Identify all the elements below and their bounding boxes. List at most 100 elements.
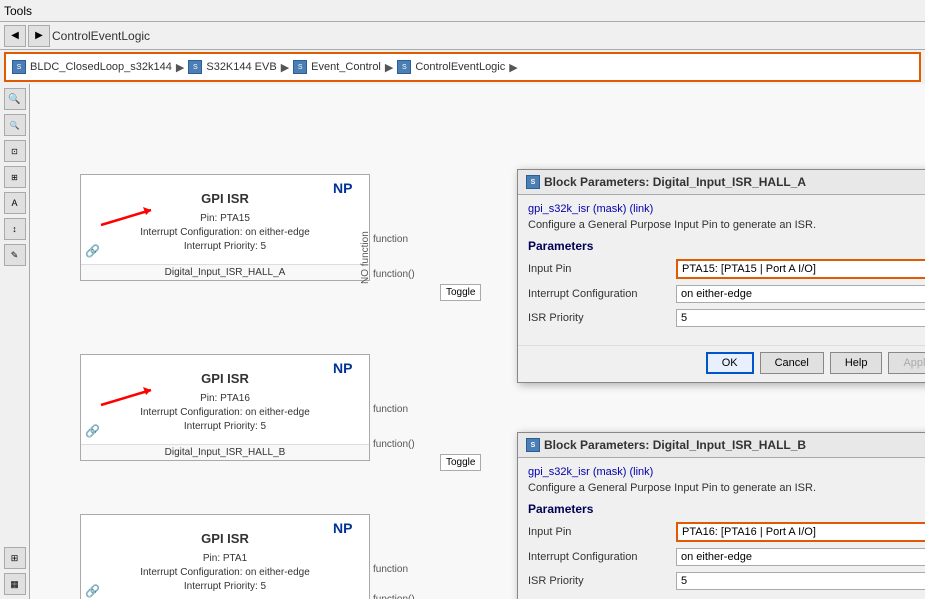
dialog2-input-pin-dropdown[interactable]: PTA16: [PTA16 | Port A I/O] ▼	[676, 522, 925, 542]
breadcrumb-item-4[interactable]: ControlEventLogic	[415, 61, 505, 73]
nav-bar: ◀ ▶ ControlEventLogic	[0, 22, 925, 50]
link-icon-1[interactable]: 🔗	[85, 244, 100, 258]
svg-text:NP: NP	[333, 360, 352, 376]
dialog1-interrupt-label: Interrupt Configuration	[528, 288, 668, 300]
function-connector-1: function()	[373, 269, 415, 280]
dialog2-desc: Configure a General Purpose Input Pin to…	[528, 482, 925, 494]
toggle-box-2: Toggle	[440, 454, 481, 471]
breadcrumb-item-2[interactable]: S32K144 EVB	[206, 61, 276, 73]
link-icon-3[interactable]: 🔗	[85, 584, 100, 598]
tool-button[interactable]: ✎	[4, 244, 26, 266]
dialog1-link[interactable]: gpi_s32k_isr (mask) (link)	[528, 203, 925, 215]
breadcrumb-icon-2: S	[188, 60, 202, 74]
block3-priority: Interrupt Priority: 5	[89, 580, 361, 594]
red-arrow-1	[91, 195, 171, 235]
dialog1-interrupt-dropdown[interactable]: on either-edge ▼	[676, 285, 925, 303]
dialog1-title: S Block Parameters: Digital_Input_ISR_HA…	[526, 175, 806, 189]
block1-priority: Interrupt Priority: 5	[89, 240, 361, 254]
canvas: NP GPI ISR Pin: PTA15 Interrupt Configur…	[30, 84, 925, 599]
dialog1-help-button[interactable]: Help	[830, 352, 883, 374]
dialog2-isr-label: ISR Priority	[528, 575, 668, 587]
dialog2-isr-control: 5 ▼	[676, 572, 925, 590]
zoom-out-button[interactable]: 🔍	[4, 114, 26, 136]
toolbar-label: Tools	[4, 4, 32, 18]
dialog2-icon: S	[526, 438, 540, 452]
dialog2-input-pin-row: Input Pin PTA16: [PTA16 | Port A I/O] ▼	[528, 522, 925, 542]
dialog2-interrupt-row: Interrupt Configuration on either-edge ▼	[528, 548, 925, 566]
dialog1-isr-dropdown[interactable]: 5 ▼	[676, 309, 925, 327]
block3-pin: Pin: PTA1	[89, 552, 361, 566]
dialog1-input-pin-row: Input Pin PTA15: [PTA15 | Port A I/O] ▼	[528, 259, 925, 279]
block2-priority: Interrupt Priority: 5	[89, 420, 361, 434]
link-icon-2[interactable]: 🔗	[85, 424, 100, 438]
dialog2-params-header: Parameters	[528, 502, 925, 516]
dialog1-body: gpi_s32k_isr (mask) (link) Configure a G…	[518, 195, 925, 341]
bottom-tool-1[interactable]: ⊞	[4, 547, 26, 569]
nav-label: ControlEventLogic	[52, 29, 150, 43]
breadcrumb-item-3[interactable]: Event_Control	[311, 61, 381, 73]
left-panel: 🔍 🔍 ⊡ ⊞ A ↕ ✎ ⊞ ▦	[0, 84, 30, 599]
dialog2-titlebar: S Block Parameters: Digital_Input_ISR_HA…	[518, 433, 925, 458]
svg-text:NP: NP	[333, 520, 352, 536]
block3-interrupt: Interrupt Configuration: on either-edge	[89, 566, 361, 580]
dialog1-input-pin-dropdown[interactable]: PTA15: [PTA15 | Port A I/O] ▼	[676, 259, 925, 279]
zoom-in-button[interactable]: 🔍	[4, 88, 26, 110]
toolbar: Tools	[0, 0, 925, 22]
np-logo-3: NP	[333, 519, 365, 540]
toggle-box-1: Toggle	[440, 284, 481, 301]
block2-label: Digital_Input_ISR_HALL_B	[81, 444, 369, 460]
dialog2-body: gpi_s32k_isr (mask) (link) Configure a G…	[518, 458, 925, 599]
dialog1-apply-button[interactable]: Apply	[888, 352, 925, 374]
function-label-1: function	[373, 234, 408, 245]
dialog2-isr-dropdown[interactable]: 5 ▼	[676, 572, 925, 590]
dialog1-ok-button[interactable]: OK	[706, 352, 754, 374]
gpi-block-3: NP GPI ISR Pin: PTA1 Interrupt Configura…	[80, 514, 370, 599]
dialog2-interrupt-dropdown[interactable]: on either-edge ▼	[676, 548, 925, 566]
function-label-2: function	[373, 404, 408, 415]
dialog2-title: S Block Parameters: Digital_Input_ISR_HA…	[526, 438, 806, 452]
function-connector-3: function()	[373, 594, 415, 599]
dialog1-isr-control: 5 ▼	[676, 309, 925, 327]
svg-text:NP: NP	[333, 180, 352, 196]
bottom-tool-2[interactable]: ▦	[4, 573, 26, 595]
text-button[interactable]: A	[4, 192, 26, 214]
dialog1-cancel-button[interactable]: Cancel	[760, 352, 824, 374]
dialog2-interrupt-control: on either-edge ▼	[676, 548, 925, 566]
np-logo-2: NP	[333, 359, 365, 380]
function-connector-2: function()	[373, 439, 415, 450]
dialog1-params-header: Parameters	[528, 239, 925, 253]
no-function-label: NO function	[360, 184, 371, 284]
nav-forward-button[interactable]: ▶	[28, 25, 50, 47]
dialog2-link[interactable]: gpi_s32k_isr (mask) (link)	[528, 466, 925, 478]
function-label-3: function	[373, 564, 408, 575]
dialog1-input-pin-label: Input Pin	[528, 263, 668, 275]
nav-back-button[interactable]: ◀	[4, 25, 26, 47]
block1-label: Digital_Input_ISR_HALL_A	[81, 264, 369, 280]
red-arrow-2	[91, 375, 171, 415]
dialog2-isr-row: ISR Priority 5 ▼	[528, 572, 925, 590]
breadcrumb: S BLDC_ClosedLoop_s32k144 ▶ S S32K144 EV…	[4, 52, 921, 82]
breadcrumb-icon-3: S	[293, 60, 307, 74]
block3-title: GPI ISR	[89, 531, 361, 546]
breadcrumb-icon-4: S	[397, 60, 411, 74]
fit-button[interactable]: ⊡	[4, 140, 26, 162]
gpi-block-1: NP GPI ISR Pin: PTA15 Interrupt Configur…	[80, 174, 370, 281]
dialog1-isr-label: ISR Priority	[528, 312, 668, 324]
dialog1-titlebar: S Block Parameters: Digital_Input_ISR_HA…	[518, 170, 925, 195]
dialog2-interrupt-label: Interrupt Configuration	[528, 551, 668, 563]
dialog1-interrupt-control: on either-edge ▼	[676, 285, 925, 303]
arrow-button[interactable]: ↕	[4, 218, 26, 240]
dialog1-icon: S	[526, 175, 540, 189]
dialog1-desc: Configure a General Purpose Input Pin to…	[528, 219, 925, 231]
dialog1-input-pin-control: PTA15: [PTA15 | Port A I/O] ▼	[676, 259, 925, 279]
breadcrumb-item-1[interactable]: BLDC_ClosedLoop_s32k144	[30, 61, 172, 73]
dialog1-isr-row: ISR Priority 5 ▼	[528, 309, 925, 327]
dialog2-input-pin-label: Input Pin	[528, 526, 668, 538]
dialog2-input-pin-control: PTA16: [PTA16 | Port A I/O] ▼	[676, 522, 925, 542]
dialog-2: S Block Parameters: Digital_Input_ISR_HA…	[517, 432, 925, 599]
dialog1-buttons: OK Cancel Help Apply	[518, 345, 925, 382]
dialog-1: S Block Parameters: Digital_Input_ISR_HA…	[517, 169, 925, 383]
breadcrumb-icon-1: S	[12, 60, 26, 74]
grid-button[interactable]: ⊞	[4, 166, 26, 188]
gpi-block-2: NP GPI ISR Pin: PTA16 Interrupt Configur…	[80, 354, 370, 461]
